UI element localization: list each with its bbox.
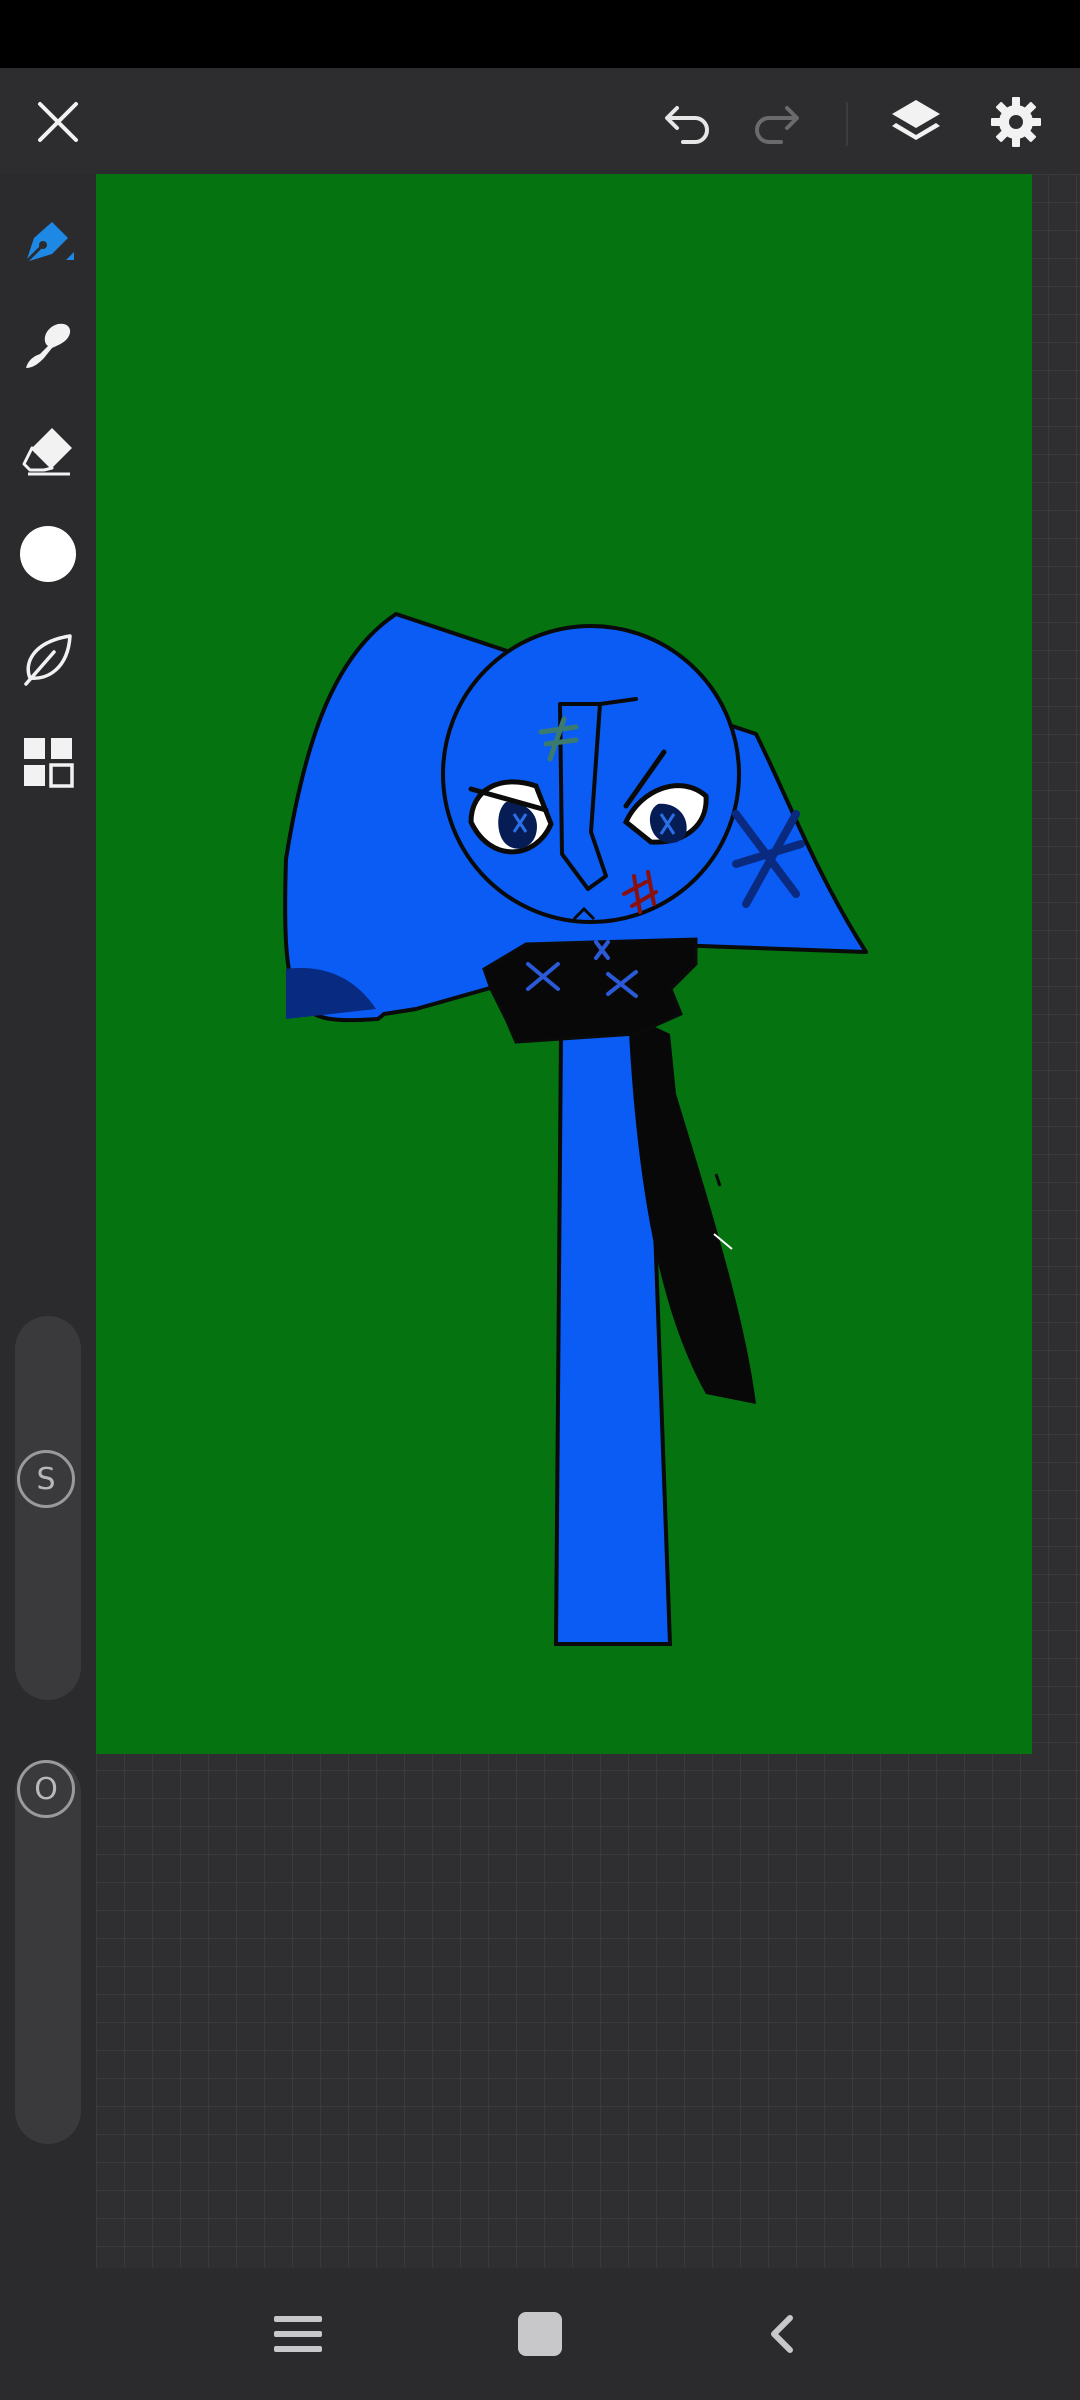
layers-button[interactable] (880, 86, 952, 158)
pen-tool[interactable] (8, 202, 88, 282)
close-icon (38, 102, 78, 142)
eraser-icon (22, 428, 72, 476)
close-button[interactable] (22, 86, 94, 158)
undo-icon (665, 106, 709, 144)
back-icon (771, 2315, 793, 2353)
toolbar-divider (846, 102, 848, 146)
grid-menu-icon (24, 738, 74, 788)
menu-nav-button[interactable] (258, 2298, 338, 2370)
back-nav-button[interactable] (742, 2298, 822, 2370)
opacity-slider-label: O (34, 1771, 58, 1807)
undo-button[interactable] (651, 86, 723, 158)
smudge-brush-icon (26, 323, 71, 368)
color-swatch-icon (20, 526, 76, 582)
more-tools[interactable] (8, 722, 88, 802)
size-slider-label: S (36, 1461, 56, 1497)
top-toolbar (0, 68, 1080, 174)
nav-bar (0, 2268, 1080, 2400)
eraser-tool[interactable] (8, 410, 88, 490)
gear-icon (991, 97, 1041, 147)
layers-icon (892, 100, 940, 140)
canvas-area[interactable] (96, 174, 1080, 2268)
redo-button[interactable] (741, 86, 813, 158)
left-toolbar: S O (0, 174, 96, 2268)
pen-icon (24, 222, 74, 264)
home-icon (518, 2312, 562, 2356)
opacity-slider-handle[interactable]: O (17, 1760, 75, 1818)
leaf-brush-icon (24, 634, 72, 686)
brush-library-tool[interactable] (8, 618, 88, 698)
redo-icon (755, 106, 799, 144)
drawing-canvas[interactable] (96, 174, 1032, 1754)
size-slider[interactable] (15, 1316, 81, 1700)
smudge-tool[interactable] (8, 306, 88, 386)
settings-button[interactable] (980, 86, 1052, 158)
status-bar (0, 0, 1080, 68)
color-tool[interactable] (8, 514, 88, 594)
home-nav-button[interactable] (500, 2298, 580, 2370)
size-slider-handle[interactable]: S (17, 1450, 75, 1508)
menu-icon (274, 2316, 322, 2352)
